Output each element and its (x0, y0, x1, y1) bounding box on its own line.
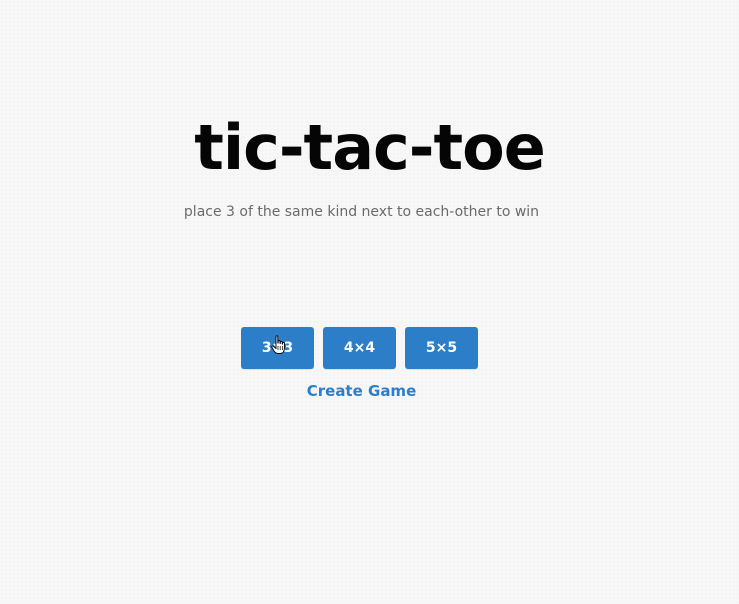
page-title: tic-tac-toe (194, 111, 546, 184)
board-size-group: 3×3 4×4 5×5 (241, 327, 478, 369)
page-subtitle: place 3 of the same kind next to each-ot… (183, 204, 540, 220)
board-size-4x4-button[interactable]: 4×4 (323, 327, 396, 369)
board-size-5x5-button[interactable]: 5×5 (405, 327, 478, 369)
board-size-3x3-button[interactable]: 3×3 (241, 327, 314, 369)
create-game-link[interactable]: Create Game (0, 380, 723, 402)
